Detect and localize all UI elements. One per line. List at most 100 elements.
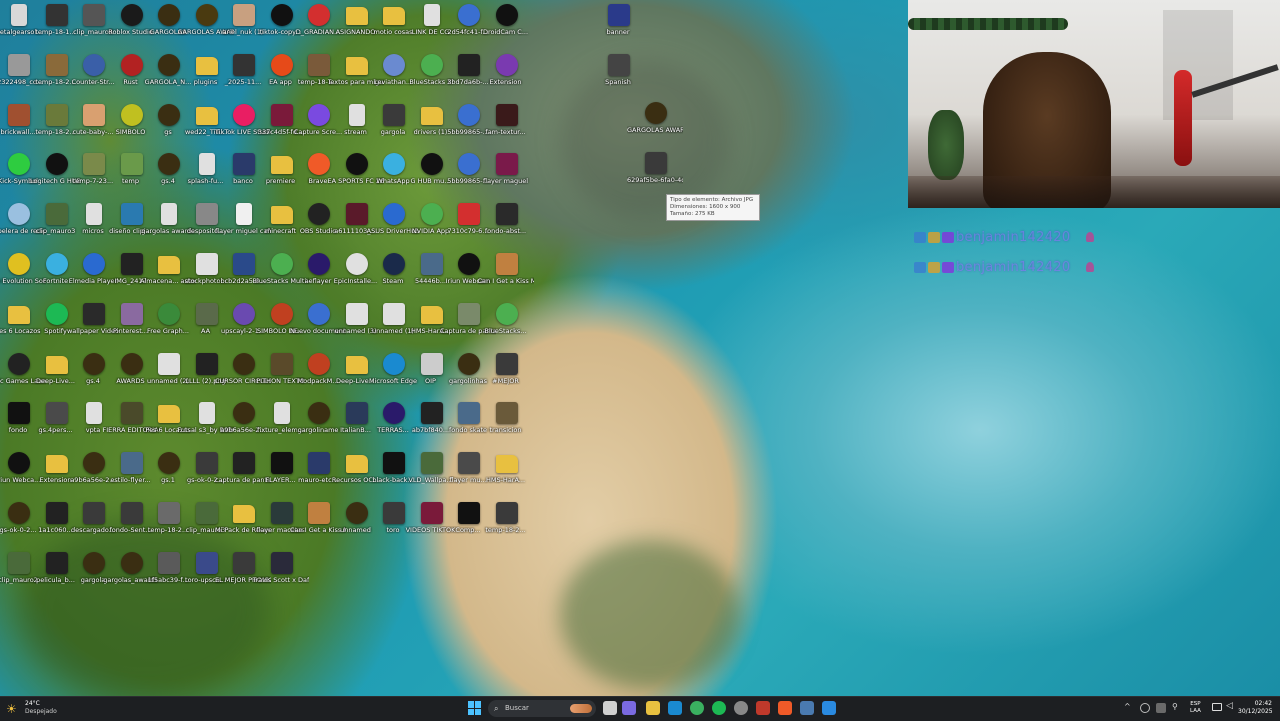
img-icon <box>45 551 68 574</box>
clock[interactable]: 02:42 30/12/2025 <box>1238 700 1273 716</box>
webcam-overlay <box>908 0 1280 208</box>
app-icon <box>458 4 480 26</box>
desktop-icon-label: DroidCam C... <box>482 28 529 36</box>
edge-icon[interactable] <box>668 701 682 715</box>
store-icon[interactable] <box>822 701 836 715</box>
chat-overlay: benjamin142420 benjamin142420 <box>914 222 1134 282</box>
app-icon <box>233 352 255 375</box>
desktop-icon-mejor[interactable]: #MEJOR <box>482 351 530 399</box>
location-icon[interactable]: ⚲ <box>1172 702 1178 711</box>
img-icon <box>270 551 293 574</box>
copilot-icon[interactable] <box>622 701 636 715</box>
app-icon <box>270 4 293 26</box>
desktop-icon-travis-scott-x-daft[interactable]: Travis Scott x Daft... <box>253 550 309 598</box>
desktop-icon-629af5be-6fa0-4d79-9f-fd9d1923[interactable]: 629af5be-6fa0-4d79-9f...fd9d1923... <box>627 150 683 198</box>
app-icon <box>158 452 180 475</box>
clock-time: 02:42 <box>1254 700 1272 707</box>
desktop-icon-fam-textur[interactable]: fam-textur... <box>482 102 530 150</box>
mail-icon[interactable] <box>756 701 770 715</box>
img-icon <box>233 452 255 475</box>
desktop-icon-transicion[interactable]: transicion <box>482 400 530 448</box>
desktop-icon-temp-18-2[interactable]: temp-18-2... <box>482 500 530 548</box>
app-icon <box>120 551 143 574</box>
microphone <box>1174 70 1192 166</box>
start-button[interactable] <box>468 701 482 715</box>
img-icon <box>308 502 330 524</box>
task-view-icon[interactable] <box>603 701 617 715</box>
desktop-icon-extension[interactable]: Extension <box>482 52 530 100</box>
app-icon <box>158 103 180 126</box>
tray-app-icon[interactable] <box>1156 703 1166 713</box>
img-icon <box>495 402 518 425</box>
desktop-icon-droidcam-c[interactable]: DroidCam C... <box>482 2 530 50</box>
app-icon <box>120 103 143 126</box>
folder-icon <box>195 106 218 125</box>
file-explorer-icon[interactable] <box>646 701 660 715</box>
img-icon <box>420 502 443 524</box>
taskbar: ☀ 24°C Despejado ⌕ Buscar ^ ⚲ ESP LAA ◁ … <box>0 696 1280 721</box>
desktop-icon-hms-hara[interactable]: HMS-HarA... <box>482 450 530 498</box>
app-icon <box>83 253 105 275</box>
steam-icon[interactable] <box>800 701 814 715</box>
app-icon <box>158 53 180 76</box>
chrome-icon[interactable] <box>690 701 704 715</box>
folder-icon <box>158 405 180 424</box>
file-icon <box>11 4 27 26</box>
folder-icon <box>345 7 368 25</box>
desktop-icon-label: Extension <box>489 77 522 86</box>
file-icon <box>348 103 365 126</box>
desktop-icon-bluestacks[interactable]: BlueStacks... <box>482 301 530 349</box>
app-icon <box>8 452 30 475</box>
img-icon <box>45 203 68 226</box>
app-icon <box>383 203 405 226</box>
app-icon <box>383 253 405 275</box>
img-icon <box>495 153 518 176</box>
display-icon[interactable] <box>1212 703 1222 711</box>
volume-icon[interactable]: ◁ <box>1226 701 1233 711</box>
file-icon <box>86 402 102 425</box>
app-icon <box>158 4 180 26</box>
desktop-icon-label: temp-18-2... <box>485 526 526 534</box>
img-icon <box>495 502 518 524</box>
app-icon <box>383 352 405 375</box>
language-code: ESP <box>1190 701 1201 707</box>
language-indicator[interactable]: ESP LAA <box>1190 701 1201 715</box>
img-icon <box>45 502 68 524</box>
search-icon: ⌕ <box>494 704 499 713</box>
desktop-icon-fondo-abst[interactable]: fondo-abst... <box>482 201 530 249</box>
brave-icon[interactable] <box>778 701 792 715</box>
app-icon <box>83 551 105 574</box>
img-icon <box>383 502 405 524</box>
logitech-icon[interactable] <box>734 701 748 715</box>
crown-badge-icon <box>928 261 940 273</box>
desktop-icon-can-i-get-a-kiss-mauroo[interactable]: Can I Get a Kiss Mauroo <box>478 251 534 299</box>
app-icon <box>45 253 68 275</box>
weather-widget[interactable]: 24°C Despejado <box>25 700 57 716</box>
img-icon <box>495 203 518 226</box>
img-icon <box>308 452 330 475</box>
desktop-icon-banner[interactable]: banner <box>594 2 642 50</box>
img-icon <box>83 4 105 26</box>
desktop-icon-gargolas-awards[interactable]: GARGOLAS AWARDS <box>627 100 683 148</box>
img-icon <box>45 53 68 76</box>
img-icon <box>383 103 405 126</box>
desktop-icon-label: fondo-abst... <box>484 227 527 236</box>
desktop-icon-spanish[interactable]: Spanish <box>594 52 642 100</box>
chat-emote-icon <box>1086 232 1095 242</box>
weather-condition: Despejado <box>25 708 57 715</box>
app-icon <box>8 502 30 524</box>
weather-sun-icon[interactable]: ☀ <box>6 701 22 717</box>
folder-icon <box>270 156 293 175</box>
desktop-icon-flayer-maguel[interactable]: flayer maguel <box>482 151 530 199</box>
taskbar-search[interactable]: ⌕ Buscar <box>488 700 596 717</box>
sync-icon[interactable] <box>1140 703 1150 713</box>
img-icon <box>195 253 218 275</box>
folder-icon <box>420 305 443 324</box>
img-icon <box>120 402 143 425</box>
app-icon <box>8 203 30 226</box>
clock-date: 30/12/2025 <box>1238 708 1273 715</box>
tray-chevron-icon[interactable]: ^ <box>1124 702 1131 711</box>
folder-icon <box>8 305 30 324</box>
spotify-icon[interactable] <box>712 701 726 715</box>
chat-username: benjamin142420 <box>956 259 1071 275</box>
